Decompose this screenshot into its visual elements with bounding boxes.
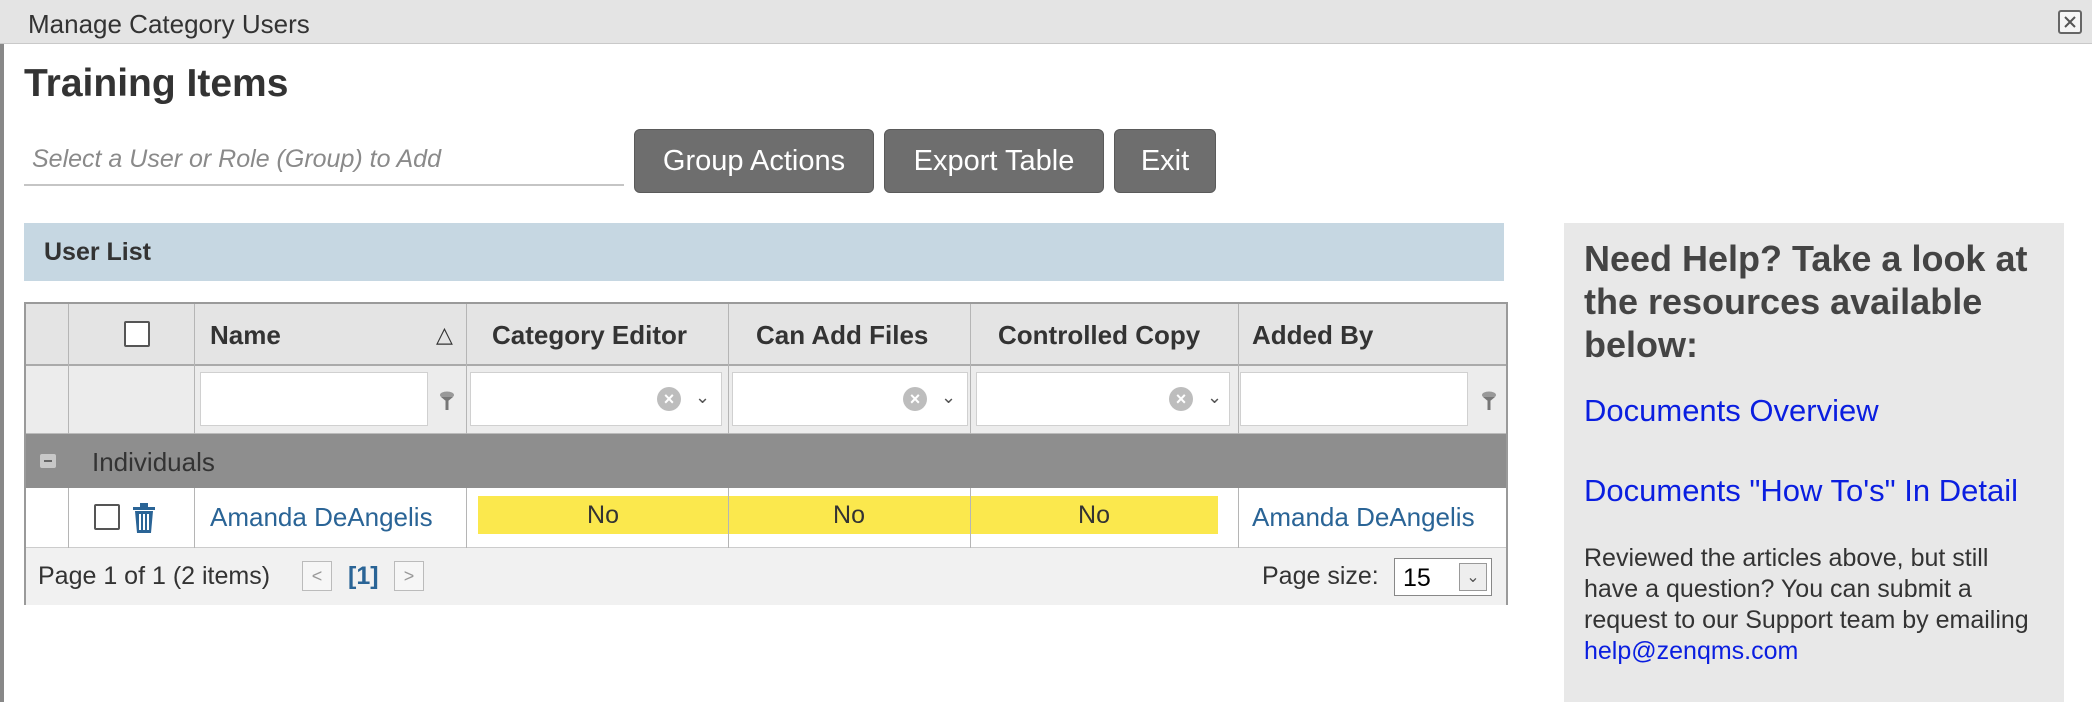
help-text: Reviewed the articles above, but still h… [1584,543,2044,667]
column-divider [466,488,467,548]
clear-icon[interactable]: × [903,387,927,411]
added-by-link[interactable]: Amanda DeAngelis [1252,502,1475,533]
added-by-filter-input[interactable] [1240,372,1468,426]
column-divider [728,488,729,548]
sort-ascending-icon[interactable]: △ [436,322,453,348]
documents-overview-link[interactable]: Documents Overview [1584,393,1879,429]
grid-header-row: Name △ Category Editor Can Add Files Con… [26,304,1506,366]
column-divider [68,488,69,548]
category-editor-filter-select[interactable]: × ⌄ [470,372,722,426]
help-panel: Need Help? Take a look at the resources … [1564,223,2064,702]
window-edge [0,44,4,702]
column-divider [194,304,195,434]
column-header-controlled-copy[interactable]: Controlled Copy [998,320,1200,351]
group-row-individuals[interactable]: Individuals [26,434,1506,488]
user-list-header: User List [24,223,1504,281]
controlled-copy-value[interactable]: No [970,496,1218,534]
dialog-titlebar: Manage Category Users [0,0,2092,44]
grid-filter-row: × ⌄ × ⌄ × ⌄ [26,366,1506,434]
chevron-down-icon[interactable]: ⌄ [1207,387,1222,408]
dialog-title: Manage Category Users [28,9,310,39]
row-checkbox[interactable] [94,504,120,530]
controlled-copy-filter-select[interactable]: × ⌄ [976,372,1230,426]
pager-summary: Page 1 of 1 (2 items) [38,562,271,590]
column-header-can-add-files[interactable]: Can Add Files [756,320,928,351]
column-divider [466,304,467,434]
user-grid: Name △ Category Editor Can Add Files Con… [24,302,1508,605]
prev-page-button[interactable]: < [302,561,332,591]
trash-icon[interactable] [130,502,158,539]
category-editor-value[interactable]: No [478,496,728,534]
can-add-files-value[interactable]: No [728,496,970,534]
documents-how-tos-link[interactable]: Documents "How To's" In Detail [1584,473,2018,509]
next-page-button[interactable]: > [394,561,424,591]
chevron-down-icon[interactable]: ⌄ [1459,563,1487,591]
filter-icon[interactable] [1480,390,1498,412]
can-add-files-filter-select[interactable]: × ⌄ [732,372,968,426]
help-heading: Need Help? Take a look at the resources … [1584,238,2028,365]
exit-button[interactable]: Exit [1114,129,1216,193]
name-filter-input[interactable] [200,372,428,426]
help-body-text: Reviewed the articles above, but still h… [1584,544,2029,634]
column-divider [970,304,971,434]
clear-icon[interactable]: × [1169,387,1193,411]
page-size-select[interactable]: 15 ⌄ [1394,558,1492,596]
page-size-label: Page size: [1262,562,1379,590]
chevron-down-icon[interactable]: ⌄ [941,387,956,408]
support-email-link[interactable]: help@zenqms.com [1584,637,1798,665]
column-divider [1238,488,1239,548]
page-title: Training Items [24,62,289,105]
user-name-link[interactable]: Amanda DeAngelis [210,502,433,533]
collapse-icon[interactable] [40,454,56,468]
group-label: Individuals [92,447,215,477]
clear-icon[interactable]: × [657,387,681,411]
column-divider [1238,304,1239,434]
page-size-value: 15 [1403,564,1431,592]
current-page[interactable]: [1] [348,562,379,591]
table-row: Amanda DeAngelis No No No Amanda DeAngel… [26,488,1506,548]
column-header-category-editor[interactable]: Category Editor [492,320,687,351]
column-header-added-by[interactable]: Added By [1252,320,1373,351]
column-header-name[interactable]: Name [210,320,281,351]
column-divider [728,304,729,434]
chevron-down-icon[interactable]: ⌄ [695,387,710,408]
select-all-checkbox[interactable] [124,321,150,347]
user-search-input[interactable] [24,134,624,186]
export-table-button[interactable]: Export Table [884,129,1104,193]
user-list-title: User List [44,238,151,266]
grid-pager: Page 1 of 1 (2 items) < [1] > Page size:… [26,548,1506,605]
column-divider [68,304,69,434]
column-divider [970,488,971,548]
filter-icon[interactable] [438,390,456,412]
column-divider [194,488,195,548]
close-icon[interactable] [2058,10,2082,34]
group-actions-button[interactable]: Group Actions [634,129,874,193]
